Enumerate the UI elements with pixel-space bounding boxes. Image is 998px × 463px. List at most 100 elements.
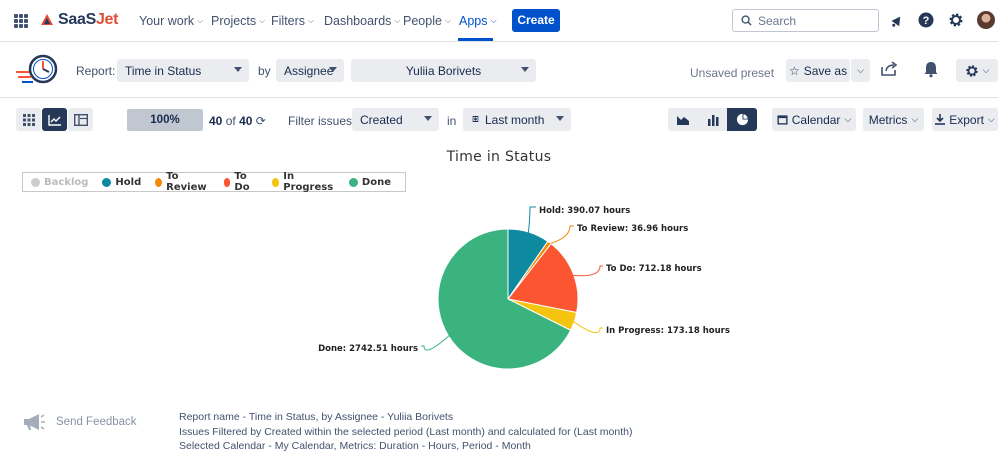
chevron-down-icon: ⌵ bbox=[911, 114, 919, 124]
load-progress-bar: 100% bbox=[127, 109, 203, 131]
area-chart-button[interactable] bbox=[668, 108, 698, 131]
grid-view-button[interactable] bbox=[16, 108, 41, 131]
filter-field-dropdown[interactable]: Created bbox=[352, 108, 439, 131]
nav-your-work[interactable]: Your work ⌵ bbox=[139, 14, 203, 28]
legend-swatch bbox=[348, 177, 358, 187]
pie-chart: Hold: 390.07 hours To Review: 36.96 hours… bbox=[318, 206, 730, 370]
slice-label: To Do: 712.18 hours bbox=[606, 264, 702, 274]
caret-down-icon bbox=[521, 67, 529, 72]
top-navigation: SaaSJet Your work ⌵ Projects ⌵ Filters ⌵ Da… bbox=[0, 0, 998, 42]
chevron-down-icon: ⌵ bbox=[982, 65, 990, 75]
table-view-button[interactable] bbox=[68, 108, 93, 131]
legend-item-to-do[interactable]: To Do bbox=[223, 171, 258, 193]
bell-icon[interactable] bbox=[922, 60, 940, 78]
star-icon: ☆ bbox=[788, 63, 800, 78]
chevron-down-icon: ⌵ bbox=[490, 16, 497, 25]
chevron-down-icon: ⌵ bbox=[197, 16, 204, 25]
saasjet-logo[interactable]: SaaSJet bbox=[40, 11, 118, 29]
nav-people[interactable]: People ⌵ bbox=[403, 14, 451, 28]
legend-swatch bbox=[223, 177, 231, 187]
chart-legend: Backlog Hold To Review To Do In Progress… bbox=[22, 171, 406, 193]
connector-line bbox=[421, 334, 451, 351]
report-type-dropdown[interactable]: Time in Status bbox=[117, 59, 249, 82]
pie-chart-icon bbox=[736, 113, 748, 126]
notifications-icon[interactable] bbox=[888, 11, 906, 29]
create-button[interactable]: Create bbox=[512, 9, 560, 32]
help-icon[interactable]: ? bbox=[917, 11, 935, 29]
summary-line: Selected Calendar - My Calendar, Metrics… bbox=[179, 440, 531, 452]
export-button[interactable]: Export ⌵ bbox=[932, 108, 998, 131]
metrics-dropdown[interactable]: Metrics ⌵ bbox=[863, 108, 924, 131]
chevron-down-icon: ⌵ bbox=[987, 114, 995, 124]
gear-icon bbox=[965, 64, 978, 77]
chevron-down-icon: ⌵ bbox=[857, 65, 864, 75]
legend-swatch bbox=[102, 177, 112, 187]
legend-swatch bbox=[155, 177, 163, 187]
chart-title: Time in Status bbox=[446, 149, 552, 165]
chevron-down-icon: ⌵ bbox=[308, 16, 315, 25]
legend-swatch bbox=[31, 177, 40, 187]
summary-line: Issues Filtered by Created within the se… bbox=[179, 425, 633, 438]
chevron-down-icon: ⌵ bbox=[394, 16, 401, 25]
connector-line bbox=[548, 225, 574, 245]
grid-icon bbox=[22, 113, 35, 126]
download-icon bbox=[935, 114, 946, 125]
search-input[interactable]: Search bbox=[732, 9, 879, 32]
nav-filters[interactable]: Filters ⌵ bbox=[271, 14, 314, 28]
nav-dashboards[interactable]: Dashboards ⌵ bbox=[324, 14, 400, 28]
time-in-status-logo-icon bbox=[16, 54, 58, 84]
search-icon bbox=[741, 15, 752, 26]
user-avatar[interactable] bbox=[977, 11, 995, 29]
user-dropdown[interactable]: Yuliia Borivets bbox=[351, 59, 536, 82]
calendar-dropdown[interactable]: Calendar ⌵ bbox=[772, 108, 856, 131]
in-label: in bbox=[447, 114, 457, 128]
summary-line: Report name - Time in Status, by Assigne… bbox=[179, 411, 454, 423]
share-icon[interactable] bbox=[880, 60, 898, 78]
nav-apps[interactable]: Apps ⌵ bbox=[459, 14, 497, 28]
area-chart-icon bbox=[677, 115, 689, 125]
report-label: Report: bbox=[76, 64, 116, 78]
period-dropdown[interactable]: ⧆ Last month bbox=[463, 108, 571, 131]
app-switcher-icon[interactable] bbox=[14, 14, 28, 28]
by-label: by bbox=[258, 64, 271, 78]
connector-line bbox=[527, 206, 536, 235]
issue-count: 40 of 40 ⟳ bbox=[209, 114, 266, 128]
chevron-down-icon: ⌵ bbox=[844, 114, 852, 124]
connector-line bbox=[571, 265, 603, 277]
chart-view-button[interactable] bbox=[42, 108, 67, 131]
legend-item-to-review[interactable]: To Review bbox=[155, 171, 209, 193]
slice-label: Hold: 390.07 hours bbox=[539, 206, 630, 216]
saasjet-logo-icon bbox=[41, 14, 53, 25]
caret-down-icon bbox=[329, 67, 337, 72]
report-summary: Report name - Time in Status, by Assigne… bbox=[179, 410, 632, 454]
calendar-icon bbox=[777, 115, 788, 125]
megaphone-icon bbox=[24, 414, 45, 430]
unsaved-preset-label: Unsaved preset bbox=[690, 66, 775, 80]
slice-label: In Progress: 173.18 hours bbox=[606, 326, 730, 336]
active-nav-indicator bbox=[458, 38, 493, 41]
hourglass-icon: ⧆ bbox=[472, 113, 479, 125]
legend-item-backlog[interactable]: Backlog bbox=[31, 177, 88, 188]
slice-label: To Review: 36.96 hours bbox=[577, 224, 688, 234]
legend-item-done[interactable]: Done bbox=[348, 177, 391, 188]
nav-projects[interactable]: Projects ⌵ bbox=[211, 14, 265, 28]
pie-chart-button[interactable] bbox=[727, 108, 757, 131]
slice-label: Done: 2742.51 hours bbox=[318, 344, 418, 354]
filter-issues-label: Filter issues: bbox=[288, 114, 356, 128]
report-settings-button[interactable]: ⌵ bbox=[956, 59, 998, 82]
save-as-button[interactable]: ☆ Save as bbox=[786, 59, 850, 82]
connector-line bbox=[572, 320, 603, 334]
bar-chart-icon bbox=[707, 114, 718, 126]
save-as-menu-button[interactable]: ⌵ bbox=[851, 59, 870, 82]
bar-chart-button[interactable] bbox=[698, 108, 727, 131]
caret-down-icon bbox=[234, 67, 242, 72]
settings-gear-icon[interactable] bbox=[947, 11, 965, 29]
chevron-down-icon: ⌵ bbox=[444, 16, 452, 25]
legend-item-hold[interactable]: Hold bbox=[102, 177, 141, 188]
group-by-dropdown[interactable]: Assignee bbox=[276, 59, 344, 82]
send-feedback-link[interactable]: Send Feedback bbox=[22, 413, 137, 431]
caret-down-icon bbox=[556, 116, 564, 121]
refresh-icon[interactable]: ⟳ bbox=[256, 114, 266, 128]
legend-item-in-progress[interactable]: In Progress bbox=[272, 171, 335, 193]
line-chart-icon bbox=[47, 114, 61, 126]
